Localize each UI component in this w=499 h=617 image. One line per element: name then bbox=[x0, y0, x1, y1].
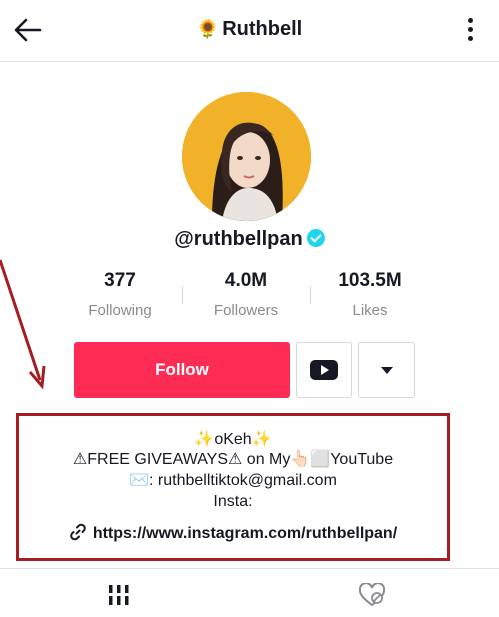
sunflower-icon: 🌻 bbox=[196, 19, 220, 39]
grid-icon[interactable] bbox=[108, 585, 130, 605]
stat-following-label: Following bbox=[88, 302, 152, 319]
more-options-dropdown[interactable] bbox=[358, 342, 415, 398]
stat-followers-label: Followers bbox=[213, 302, 279, 319]
youtube-icon bbox=[310, 360, 338, 380]
top-bar: 🌻 Ruthbell bbox=[0, 0, 499, 62]
stat-likes[interactable]: 103.5M Likes bbox=[310, 268, 430, 322]
annotation-arrow bbox=[0, 259, 46, 390]
follow-button[interactable]: Follow bbox=[74, 342, 290, 398]
stat-likes-label: Likes bbox=[352, 302, 388, 319]
profile-stats: 377 Following 4.0M Followers 103.5M Like… bbox=[60, 268, 440, 328]
avatar[interactable] bbox=[182, 92, 311, 221]
vertical-dots-icon[interactable] bbox=[463, 14, 477, 46]
bio-line-1: ✨oKeh✨ bbox=[194, 431, 272, 448]
triangle-down-icon bbox=[381, 367, 393, 374]
stat-followers[interactable]: 4.0M Followers bbox=[186, 268, 306, 322]
stat-following-value: 377 bbox=[104, 270, 136, 291]
stat-likes-value: 103.5M bbox=[338, 270, 402, 291]
bio-line-4: Insta: bbox=[213, 493, 253, 510]
stat-following[interactable]: 377 Following bbox=[60, 268, 180, 322]
username-text: @ruthbellpan bbox=[174, 228, 303, 250]
stat-followers-value: 4.0M bbox=[224, 270, 268, 291]
bio-line-3: ✉️: ruthbelltiktok@gmail.com bbox=[129, 472, 337, 489]
profile-tabs bbox=[0, 568, 499, 617]
instagram-link[interactable]: https://www.instagram.com/ruthbellpan/ bbox=[93, 525, 397, 542]
youtube-button[interactable] bbox=[296, 342, 352, 398]
hidden-heart-icon[interactable] bbox=[358, 583, 386, 607]
bio-line-2: ⚠FREE GIVEAWAYS⚠ on My👆🏻⬜YouTube bbox=[72, 451, 394, 468]
link-icon bbox=[70, 523, 86, 541]
profile-username: @ruthbellpan bbox=[0, 226, 499, 252]
avatar-photo bbox=[182, 92, 311, 221]
page-title-text: Ruthbell bbox=[222, 18, 303, 40]
stat-divider bbox=[182, 286, 183, 304]
page-title: 🌻 Ruthbell bbox=[0, 14, 499, 44]
bio-link-row[interactable]: https://www.instagram.com/ruthbellpan/ bbox=[19, 523, 447, 544]
verified-badge-icon bbox=[306, 229, 325, 247]
bio-annotation-box: ✨oKeh✨ ⚠FREE GIVEAWAYS⚠ on My👆🏻⬜YouTube … bbox=[16, 413, 450, 561]
